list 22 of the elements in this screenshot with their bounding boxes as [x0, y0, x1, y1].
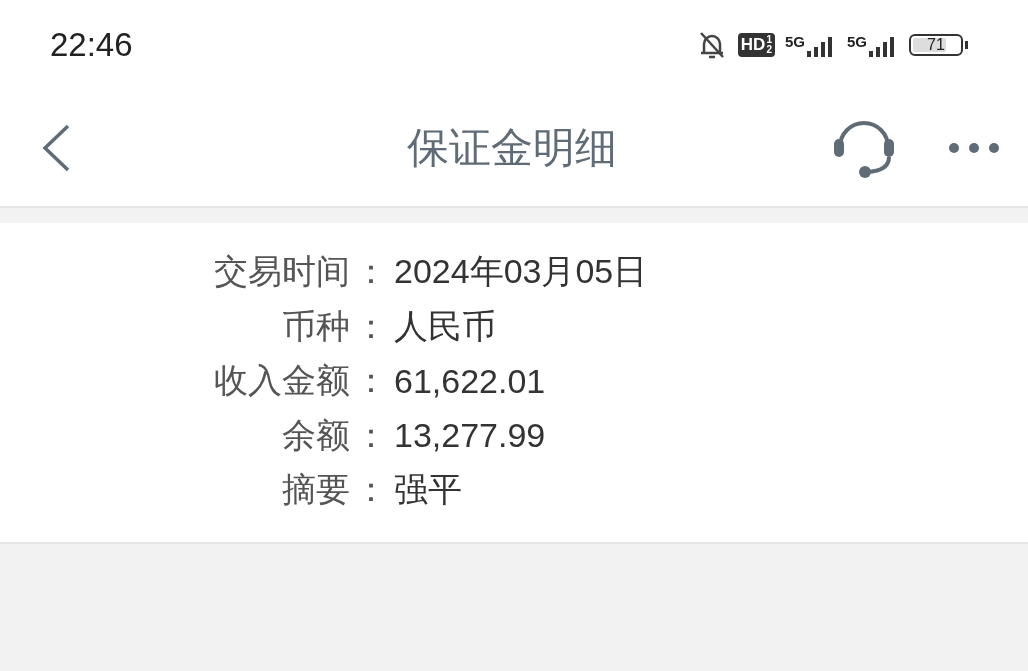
- field-label: 摘要: [281, 469, 350, 511]
- network-type-label: 5G: [847, 33, 867, 50]
- label-colon: ：: [353, 414, 389, 456]
- label-colon: ：: [353, 469, 389, 511]
- field-label: 交易时间: [213, 251, 350, 293]
- back-button[interactable]: [40, 123, 72, 173]
- network-type-label: 5G: [784, 33, 805, 50]
- clock-time: 22:46: [50, 26, 134, 64]
- field-label: 收入金额: [213, 360, 350, 402]
- field-value: 61,622.01: [394, 361, 547, 401]
- label-colon: ：: [353, 360, 389, 402]
- field-value: 2024年03月05日: [394, 251, 649, 293]
- label-colon: ：: [353, 305, 389, 347]
- more-button[interactable]: [948, 142, 1000, 154]
- field-value: 13,277.99: [394, 416, 547, 456]
- field-value: 人民币: [394, 305, 497, 347]
- field-label: 币种: [281, 305, 350, 347]
- battery-level-text: 71: [926, 36, 946, 53]
- field-value: 强平: [394, 469, 463, 511]
- field-label: 余额: [281, 414, 350, 456]
- page-title: 保证金明细: [406, 123, 618, 173]
- label-colon: ：: [353, 251, 389, 293]
